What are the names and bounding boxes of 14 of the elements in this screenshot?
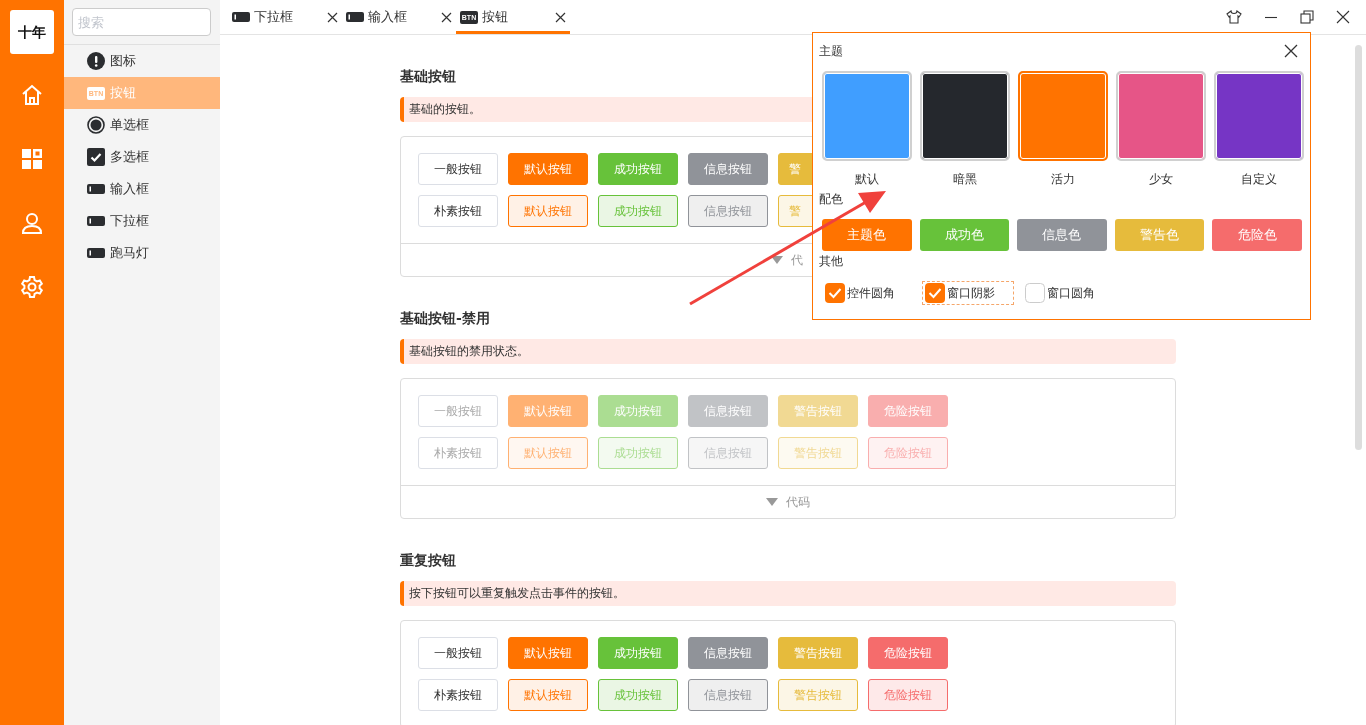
section-label: 其他 (819, 253, 844, 270)
theme-name: 默认 (855, 171, 879, 188)
section-title: 基础按钮-禁用 (400, 310, 491, 328)
panel-title: 主题 (819, 42, 843, 60)
theme-name: 自定义 (1241, 171, 1277, 188)
theme-name: 少女 (1149, 171, 1173, 188)
section-label: 配色 (819, 191, 844, 208)
section-title: 重复按钮 (400, 552, 457, 570)
theme-name: 活力 (1051, 171, 1075, 188)
section-title: 基础按钮 (400, 68, 457, 86)
section-description: 按下按钮可以重复触发点击事件的按钮。 (400, 581, 1176, 606)
logo: 十年 (10, 10, 54, 54)
section-description: 基础按钮的禁用状态。 (400, 339, 1176, 364)
theme-name: 暗黑 (953, 171, 977, 188)
